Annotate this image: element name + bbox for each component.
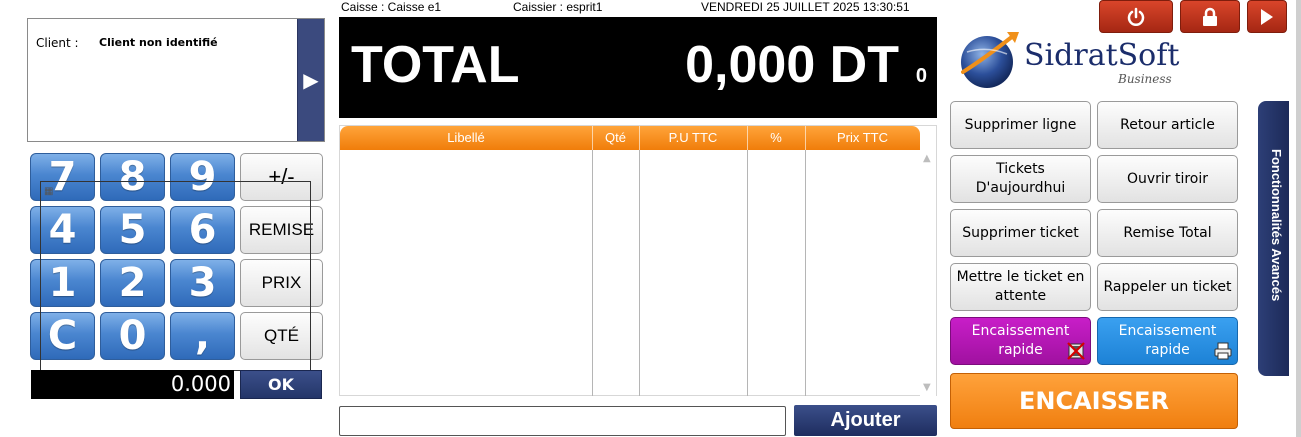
ticket-table[interactable]: Libellé Qté P.U TTC % Prix TTC ▲ ▼ [339,125,937,396]
amount-display: 0.000 [31,370,234,399]
remise-button[interactable]: REMISE [240,206,323,254]
client-value: Client non identifié [99,36,218,49]
key-7[interactable]: 7 [30,153,95,201]
ok-button[interactable]: OK [240,370,322,399]
column-header-libelle: Libellé [447,130,485,145]
scroll-down-icon[interactable]: ▼ [923,382,931,393]
column-divider [592,150,593,396]
power-icon [1127,7,1145,26]
total-panel: TOTAL 0,000 DT 0 [339,17,937,118]
total-item-count: 0 [915,65,927,87]
tickets-aujourdhui-button[interactable]: Tickets D'aujourdhui [950,155,1091,203]
caissier-info: Caissier : esprit1 [513,0,603,14]
prix-button[interactable]: PRIX [240,259,323,307]
mettre-en-attente-button[interactable]: Mettre le ticket en attente [950,263,1091,311]
datetime-info: VENDREDI 25 JUILLET 2025 13:30:51 [701,0,910,14]
key-9[interactable]: 9 [170,153,235,201]
encaissement-rapide-no-print-button[interactable]: Encaissement rapide [950,317,1091,365]
column-header-prix-ttc: Prix TTC [836,130,889,145]
key-0[interactable]: 0 [100,312,165,360]
sign-toggle-button[interactable]: +/- [240,153,323,201]
remise-total-button[interactable]: Remise Total [1097,209,1238,257]
rappeler-ticket-button[interactable]: Rappeler un ticket [1097,263,1238,311]
key-1[interactable]: 1 [30,259,95,307]
lock-icon [1203,7,1217,26]
key-comma[interactable]: , [170,312,235,360]
play-icon [1261,8,1273,25]
client-panel: Client : Client non identifié ▶ [27,18,325,142]
table-scrollbar[interactable]: ▲ ▼ [920,150,936,396]
chevron-right-icon: ▶ [303,68,319,92]
column-header-percent: % [770,130,782,145]
retour-article-button[interactable]: Retour article [1097,101,1238,149]
key-clear[interactable]: C [30,312,95,360]
key-6[interactable]: 6 [170,206,235,254]
printer-icon [1214,342,1232,360]
no-print-icon [1067,342,1085,360]
window-edge [1296,0,1301,437]
supprimer-ticket-button[interactable]: Supprimer ticket [950,209,1091,257]
key-2[interactable]: 2 [100,259,165,307]
key-8[interactable]: 8 [100,153,165,201]
advanced-features-label: Fonctionnalités Avancés [1269,149,1284,302]
advanced-features-tab[interactable]: Fonctionnalités Avancés [1258,101,1289,376]
caisse-info: Caisse : Caisse e1 [341,0,442,14]
ajouter-button[interactable]: Ajouter [794,405,937,436]
key-4[interactable]: 4 [30,206,95,254]
client-select-button[interactable]: ▶ [297,19,324,141]
logo-subtitle: Business [1118,72,1172,86]
encaisser-button[interactable]: ENCAISSER [950,373,1238,429]
keyboard-icon: ▦ [44,186,54,197]
article-search-input[interactable] [339,406,786,436]
client-label: Client : [36,36,79,50]
key-5[interactable]: 5 [100,206,165,254]
column-header-pu-ttc: P.U TTC [668,130,718,145]
encaissement-rapide-print-button[interactable]: Encaissement rapide [1097,317,1238,365]
logo-globe-icon [961,32,1019,88]
sidratsoft-logo: SidratSoft Business [955,26,1185,92]
table-header: Libellé Qté P.U TTC % Prix TTC [340,126,920,150]
logo-name: SidratSoft [1024,38,1180,73]
supprimer-ligne-button[interactable]: Supprimer ligne [950,101,1091,149]
play-button[interactable] [1247,0,1287,33]
column-divider [805,150,806,396]
total-label: TOTAL [351,36,520,94]
qte-button[interactable]: QTÉ [240,312,323,360]
key-3[interactable]: 3 [170,259,235,307]
lock-button[interactable] [1180,0,1240,33]
column-divider [747,150,748,396]
column-divider [639,150,640,396]
total-amount: 0,000 DT [685,36,899,94]
ouvrir-tiroir-button[interactable]: Ouvrir tiroir [1097,155,1238,203]
column-header-qte: Qté [605,130,626,145]
scroll-up-icon[interactable]: ▲ [923,153,931,164]
